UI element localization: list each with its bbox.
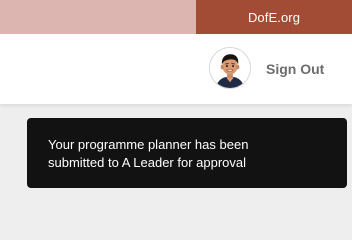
- toast-message-line-2: submitted to A Leader for approval: [48, 155, 247, 170]
- dofe-site-link[interactable]: DofE.org: [196, 0, 352, 34]
- toast-message-line-1: Your programme planner has been: [48, 137, 249, 152]
- header: Sign Out: [0, 34, 352, 104]
- sign-out-button[interactable]: Sign Out: [266, 61, 324, 77]
- top-strip: DofE.org: [0, 0, 352, 34]
- notification-toast: Your programme planner has been submitte…: [27, 118, 347, 188]
- avatar-graphic: [210, 48, 250, 88]
- user-avatar-icon[interactable]: [209, 47, 251, 89]
- top-strip-left: [0, 0, 196, 34]
- page: DofE.org Sign Out Your programme planner…: [0, 0, 352, 215]
